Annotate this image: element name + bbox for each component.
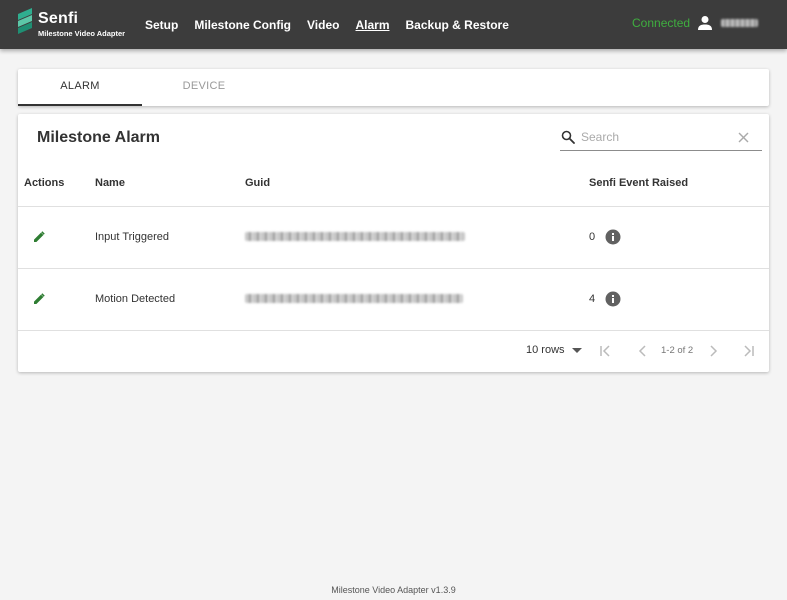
- column-header-name: Name: [95, 177, 125, 189]
- row-guid-redacted: [245, 294, 463, 303]
- main-nav: Setup Milestone Config Video Alarm Backu…: [145, 0, 525, 49]
- user-name-redacted[interactable]: [721, 19, 758, 27]
- row-event-count: 4: [589, 293, 596, 305]
- column-header-senfi-event-raised: Senfi Event Raised: [589, 177, 689, 189]
- row-divider: [18, 268, 769, 269]
- card-title: Milestone Alarm: [37, 129, 160, 146]
- column-header-guid: Guid: [245, 177, 271, 189]
- search-input[interactable]: [581, 127, 731, 147]
- brand-name: Senfi: [38, 10, 79, 27]
- next-page-icon[interactable]: [705, 343, 721, 359]
- nav-backup-restore[interactable]: Backup & Restore: [406, 18, 509, 32]
- column-header-actions: Actions: [24, 177, 65, 189]
- info-icon[interactable]: [605, 291, 621, 307]
- caret-down-icon[interactable]: [572, 348, 582, 354]
- logo[interactable]: Senfi Milestone Video Adapter: [18, 8, 125, 38]
- senfi-logo-icon: [18, 8, 32, 34]
- tab-bar: ALARM DEVICE: [18, 69, 769, 106]
- brand-subtitle: Milestone Video Adapter: [38, 29, 126, 38]
- row-divider: [18, 330, 769, 331]
- first-page-icon[interactable]: [598, 343, 614, 359]
- person-icon[interactable]: [697, 15, 713, 31]
- footer-version: Milestone Video Adapter v1.3.9: [331, 585, 456, 595]
- row-name: Motion Detected: [95, 293, 176, 305]
- info-icon[interactable]: [605, 229, 621, 245]
- clear-icon[interactable]: [738, 132, 749, 143]
- alarm-card: Milestone Alarm Actions Name Guid Senfi …: [18, 114, 769, 372]
- top-bar: Senfi Milestone Video Adapter Setup Mile…: [0, 0, 787, 49]
- header-divider: [18, 206, 769, 207]
- rows-per-page-select[interactable]: 10 rows: [526, 344, 565, 356]
- nav-alarm[interactable]: Alarm: [355, 18, 389, 32]
- tab-device[interactable]: DEVICE: [142, 69, 266, 106]
- search-box: [560, 124, 762, 151]
- nav-setup[interactable]: Setup: [145, 18, 178, 32]
- nav-milestone-config[interactable]: Milestone Config: [194, 18, 291, 32]
- search-icon: [561, 130, 575, 144]
- page-range: 1-2 of 2: [661, 345, 694, 356]
- logo-text: Senfi Milestone Video Adapter: [38, 10, 148, 39]
- edit-icon[interactable]: [33, 293, 45, 305]
- tab-alarm[interactable]: ALARM: [18, 69, 142, 106]
- connection-status: Connected: [632, 16, 691, 30]
- row-guid-redacted: [245, 232, 465, 241]
- edit-icon[interactable]: [33, 231, 45, 243]
- nav-video[interactable]: Video: [307, 18, 339, 32]
- previous-page-icon[interactable]: [635, 343, 651, 359]
- last-page-icon[interactable]: [740, 343, 756, 359]
- row-name: Input Triggered: [95, 231, 169, 243]
- row-event-count: 0: [589, 231, 596, 243]
